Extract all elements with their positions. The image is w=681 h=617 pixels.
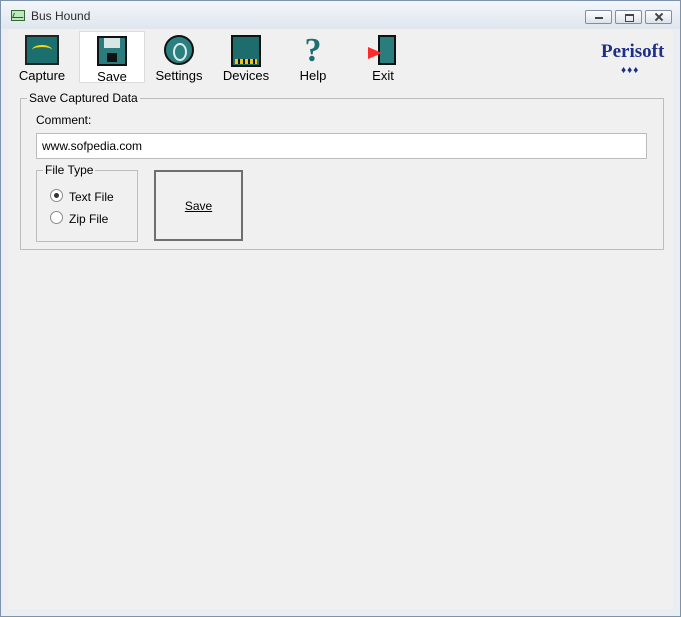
toolbar-devices-button[interactable]: Devices xyxy=(219,31,273,83)
chip-devices-icon xyxy=(231,35,261,67)
dial-settings-icon xyxy=(164,35,194,65)
save-button-label: Save xyxy=(184,198,213,213)
toolbar-save-button[interactable]: Save xyxy=(79,31,145,84)
radio-selected-icon[interactable] xyxy=(50,189,63,202)
radio-zip-file-label: Zip File xyxy=(69,212,109,226)
save-button[interactable]: Save xyxy=(154,170,243,241)
toolbar-help-label: Help xyxy=(299,68,327,83)
comment-input[interactable] xyxy=(36,133,647,159)
toolbar-exit-button[interactable]: Exit xyxy=(363,31,403,83)
toolbar-devices-label: Devices xyxy=(222,68,270,83)
close-button[interactable] xyxy=(645,10,672,24)
radio-text-file-label: Text File xyxy=(69,190,114,204)
radio-text-file[interactable]: Text File xyxy=(50,189,114,204)
toolbar-settings-button[interactable]: Settings xyxy=(153,31,205,83)
file-type-group: File Type xyxy=(36,163,138,242)
file-type-title: File Type xyxy=(43,163,96,177)
app-window: Bus Hound Capture Save Settings Devices xyxy=(0,0,681,617)
app-icon xyxy=(11,10,25,21)
save-captured-data-title: Save Captured Data xyxy=(27,91,140,105)
toolbar-save-label: Save xyxy=(97,69,127,84)
floppy-disk-icon xyxy=(97,36,127,66)
toolbar: Capture Save Settings Devices ? Help Exi… xyxy=(8,29,673,85)
window-title: Bus Hound xyxy=(31,9,91,23)
maximize-button[interactable] xyxy=(615,10,642,24)
toolbar-exit-label: Exit xyxy=(372,68,394,83)
toolbar-capture-label: Capture xyxy=(18,68,66,83)
toolbar-capture-button[interactable]: Capture xyxy=(16,31,68,83)
perisoft-logo-dots: ♦♦♦ xyxy=(621,65,640,76)
radio-zip-file[interactable]: Zip File xyxy=(50,211,108,226)
minimize-button[interactable] xyxy=(585,10,612,24)
radio-unselected-icon[interactable] xyxy=(50,211,63,224)
toolbar-help-button[interactable]: ? Help xyxy=(292,31,334,84)
toolbar-settings-label: Settings xyxy=(155,68,203,83)
comment-label: Comment: xyxy=(36,113,92,127)
title-bar[interactable]: Bus Hound xyxy=(1,1,680,29)
exit-door-icon xyxy=(368,35,398,67)
oscilloscope-icon xyxy=(25,35,59,65)
client-area: Capture Save Settings Devices ? Help Exi… xyxy=(8,29,673,609)
question-mark-icon: ? xyxy=(304,32,322,69)
perisoft-logo: Perisoft xyxy=(601,41,665,62)
